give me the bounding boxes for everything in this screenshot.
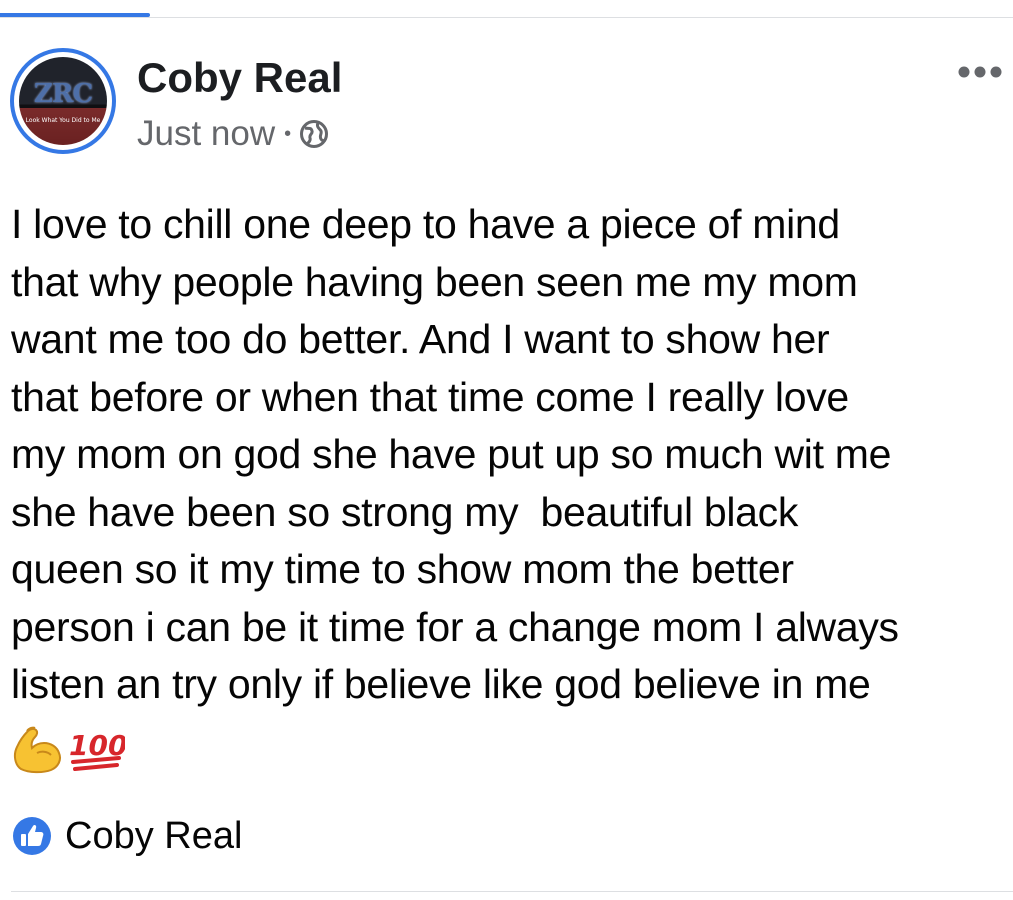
meta-separator: • (284, 122, 292, 145)
top-divider (0, 17, 1013, 18)
post-text: I love to chill one deep to have a piece… (11, 201, 899, 707)
globe-icon[interactable] (299, 119, 329, 149)
avatar-image: ZRC Look What You Did to Me (19, 57, 107, 145)
post-header: ZRC Look What You Did to Me Coby Real Ju… (10, 48, 1010, 158)
more-options-icon (958, 66, 1002, 78)
reaction-names[interactable]: Coby Real (65, 815, 242, 858)
avatar-caption: Look What You Did to Me (25, 117, 101, 124)
reactions-summary[interactable]: Coby Real (12, 812, 242, 860)
flexed-biceps-icon (11, 725, 67, 775)
author-name-link[interactable]: Coby Real (137, 54, 342, 102)
post-meta: Just now • (137, 114, 329, 154)
hundred-points-icon: 100 (67, 725, 125, 775)
avatar-logo-text: ZRC (33, 79, 93, 109)
post-emoji-row: 100 (11, 724, 125, 776)
post-timestamp[interactable]: Just now (137, 114, 275, 154)
bottom-divider (11, 891, 1013, 892)
more-options-button[interactable] (957, 64, 1003, 80)
avatar[interactable]: ZRC Look What You Did to Me (10, 48, 116, 154)
like-icon (12, 816, 52, 856)
